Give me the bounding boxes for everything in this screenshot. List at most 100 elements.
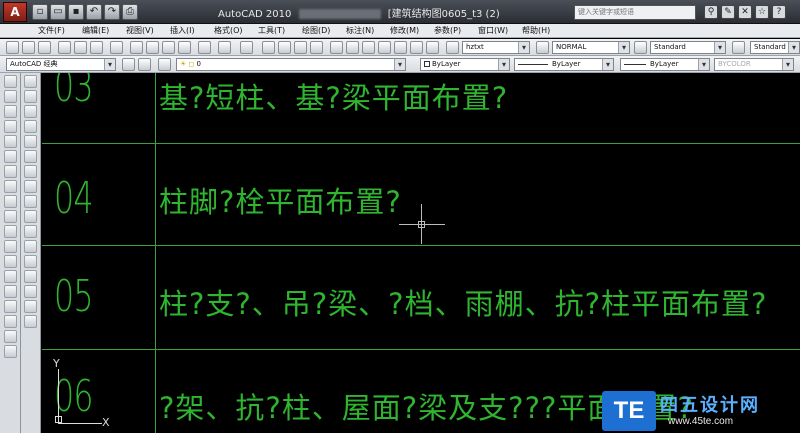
mtext-icon[interactable] bbox=[3, 345, 17, 358]
save-file-icon[interactable] bbox=[38, 41, 51, 54]
menu-draw[interactable]: 绘图(D) bbox=[302, 24, 346, 38]
text-style-icon[interactable] bbox=[446, 41, 459, 54]
hatch-icon[interactable] bbox=[3, 285, 17, 298]
move-icon[interactable] bbox=[24, 150, 37, 163]
publish-icon[interactable] bbox=[90, 41, 103, 54]
copy-icon[interactable] bbox=[146, 41, 159, 54]
fillet-icon[interactable] bbox=[24, 300, 37, 313]
copy-object-icon[interactable] bbox=[24, 90, 37, 103]
break-at-point-icon[interactable] bbox=[24, 240, 37, 253]
help-icon[interactable]: ? bbox=[772, 5, 786, 19]
text-style-select[interactable]: hztxt bbox=[462, 41, 530, 54]
redo-tool-icon[interactable] bbox=[240, 41, 253, 54]
menu-file[interactable]: 文件(F) bbox=[38, 24, 82, 38]
revcloud-icon[interactable] bbox=[3, 180, 17, 193]
tool-palettes-icon[interactable] bbox=[362, 41, 375, 54]
save-icon[interactable]: ▪ bbox=[68, 4, 84, 20]
quickcalc-icon[interactable] bbox=[410, 41, 423, 54]
menu-modify[interactable]: 修改(M) bbox=[390, 24, 434, 38]
spline-icon[interactable] bbox=[3, 195, 17, 208]
plot-icon[interactable] bbox=[58, 41, 71, 54]
sheet-set-icon[interactable] bbox=[378, 41, 391, 54]
help-tool-icon[interactable] bbox=[426, 41, 439, 54]
zoom-realtime-icon[interactable] bbox=[278, 41, 291, 54]
chamfer-icon[interactable] bbox=[24, 285, 37, 298]
offset-icon[interactable] bbox=[24, 120, 37, 133]
rectangle-icon[interactable] bbox=[3, 135, 17, 148]
color-select[interactable]: ByLayer bbox=[420, 58, 510, 71]
subscription-icon[interactable]: ✎ bbox=[721, 5, 735, 19]
layer-select[interactable]: ☀ ◻ 0 bbox=[176, 58, 406, 71]
multileader-style-icon[interactable] bbox=[732, 41, 745, 54]
qnew-icon[interactable] bbox=[6, 41, 19, 54]
lineweight-select[interactable]: ByLayer bbox=[620, 58, 710, 71]
design-center-icon[interactable] bbox=[346, 41, 359, 54]
menu-help[interactable]: 帮助(H) bbox=[522, 24, 566, 38]
make-block-icon[interactable] bbox=[3, 255, 17, 268]
new-icon[interactable]: ▫ bbox=[32, 4, 48, 20]
mirror-icon[interactable] bbox=[24, 105, 37, 118]
extend-icon[interactable] bbox=[24, 225, 37, 238]
table-icon[interactable] bbox=[3, 330, 17, 343]
circle-icon[interactable] bbox=[3, 165, 17, 178]
stretch-icon[interactable] bbox=[24, 195, 37, 208]
layer-state-icon[interactable] bbox=[158, 58, 171, 71]
match-properties-icon[interactable] bbox=[178, 41, 191, 54]
workspace-settings-icon[interactable] bbox=[122, 58, 135, 71]
drawing-area[interactable]: 03 基?短柱、基?梁平面布置? 04 柱脚?栓平面布置? 05 柱?支?、吊?… bbox=[42, 73, 800, 433]
help-search-input[interactable]: 键入关键字或短语 bbox=[574, 5, 696, 20]
menu-edit[interactable]: 编辑(E) bbox=[82, 24, 126, 38]
table-style-select[interactable]: Standard bbox=[650, 41, 726, 54]
array-icon[interactable] bbox=[24, 135, 37, 148]
binoculars-icon[interactable]: ⚲ bbox=[704, 5, 718, 19]
ellipse-icon[interactable] bbox=[3, 210, 17, 223]
insert-block-icon[interactable] bbox=[3, 240, 17, 253]
communication-icon[interactable]: ✕ bbox=[738, 5, 752, 19]
plot-preview-icon[interactable] bbox=[74, 41, 87, 54]
break-icon[interactable] bbox=[24, 255, 37, 268]
line-icon[interactable] bbox=[3, 75, 17, 88]
ellipse-arc-icon[interactable] bbox=[3, 225, 17, 238]
open-file-icon[interactable] bbox=[22, 41, 35, 54]
dim-style-icon[interactable] bbox=[536, 41, 549, 54]
menu-format[interactable]: 格式(O) bbox=[214, 24, 258, 38]
pan-icon[interactable] bbox=[262, 41, 275, 54]
zoom-window-icon[interactable] bbox=[294, 41, 307, 54]
app-menu-button[interactable]: A bbox=[3, 2, 27, 22]
polyline-icon[interactable] bbox=[3, 105, 17, 118]
region-icon[interactable] bbox=[3, 315, 17, 328]
linetype-select[interactable]: ByLayer bbox=[514, 58, 614, 71]
layer-manager-icon[interactable] bbox=[138, 58, 151, 71]
explode-icon[interactable] bbox=[24, 315, 37, 328]
workspace-select[interactable]: AutoCAD 经典 bbox=[6, 58, 116, 71]
menu-window[interactable]: 窗口(W) bbox=[478, 24, 522, 38]
properties-icon[interactable] bbox=[330, 41, 343, 54]
table-style-icon[interactable] bbox=[634, 41, 647, 54]
block-editor-icon[interactable] bbox=[198, 41, 211, 54]
open-icon[interactable]: ▭ bbox=[50, 4, 66, 20]
join-icon[interactable] bbox=[24, 270, 37, 283]
menu-view[interactable]: 视图(V) bbox=[126, 24, 170, 38]
paste-icon[interactable] bbox=[162, 41, 175, 54]
redo-icon[interactable]: ↷ bbox=[104, 4, 120, 20]
undo-tool-icon[interactable] bbox=[218, 41, 231, 54]
gradient-icon[interactable] bbox=[3, 300, 17, 313]
scale-icon[interactable] bbox=[24, 180, 37, 193]
undo-icon[interactable]: ↶ bbox=[86, 4, 102, 20]
menu-dimension[interactable]: 标注(N) bbox=[346, 24, 390, 38]
cut-icon[interactable] bbox=[130, 41, 143, 54]
3d-dwf-icon[interactable] bbox=[110, 41, 123, 54]
print-icon[interactable]: ⎙ bbox=[122, 4, 138, 20]
menu-parametric[interactable]: 参数(P) bbox=[434, 24, 478, 38]
erase-icon[interactable] bbox=[24, 75, 37, 88]
plotstyle-select[interactable]: BYCOLOR bbox=[714, 58, 794, 71]
construction-line-icon[interactable] bbox=[3, 90, 17, 103]
multileader-style-select[interactable]: Standard bbox=[750, 41, 800, 54]
arc-icon[interactable] bbox=[3, 150, 17, 163]
menu-tools[interactable]: 工具(T) bbox=[258, 24, 302, 38]
markup-icon[interactable] bbox=[394, 41, 407, 54]
point-icon[interactable] bbox=[3, 270, 17, 283]
menu-insert[interactable]: 插入(I) bbox=[170, 24, 214, 38]
polygon-icon[interactable] bbox=[3, 120, 17, 133]
trim-icon[interactable] bbox=[24, 210, 37, 223]
